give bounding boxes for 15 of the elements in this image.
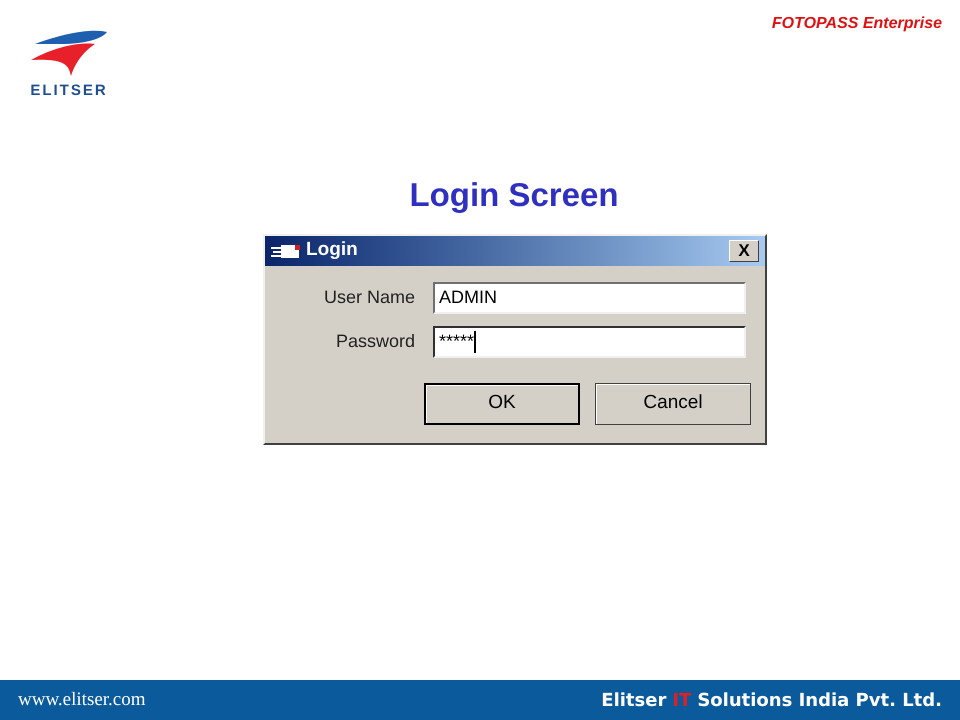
swoosh-logo-icon — [31, 28, 107, 76]
input-field[interactable]: ADMIN — [433, 282, 746, 314]
logo-wordmark: ELITSER — [30, 81, 108, 101]
website-url: www.elitser.com — [18, 688, 146, 712]
dialog-title: Login — [306, 238, 358, 262]
window-icon — [271, 242, 303, 258]
close-button[interactable]: X — [729, 240, 759, 262]
slide-title: Login Screen — [409, 175, 619, 215]
field-label: Password — [334, 330, 415, 353]
input-field[interactable]: ***** — [433, 326, 746, 358]
dialog-button[interactable]: OK — [424, 382, 580, 424]
dialog-button[interactable]: Cancel — [595, 382, 751, 424]
product-name: FOTOPASS Enterprise — [772, 14, 942, 34]
company-name: Elitser IT Solutions India Pvt. Ltd. — [601, 688, 942, 712]
field-label: User Name — [322, 286, 415, 309]
